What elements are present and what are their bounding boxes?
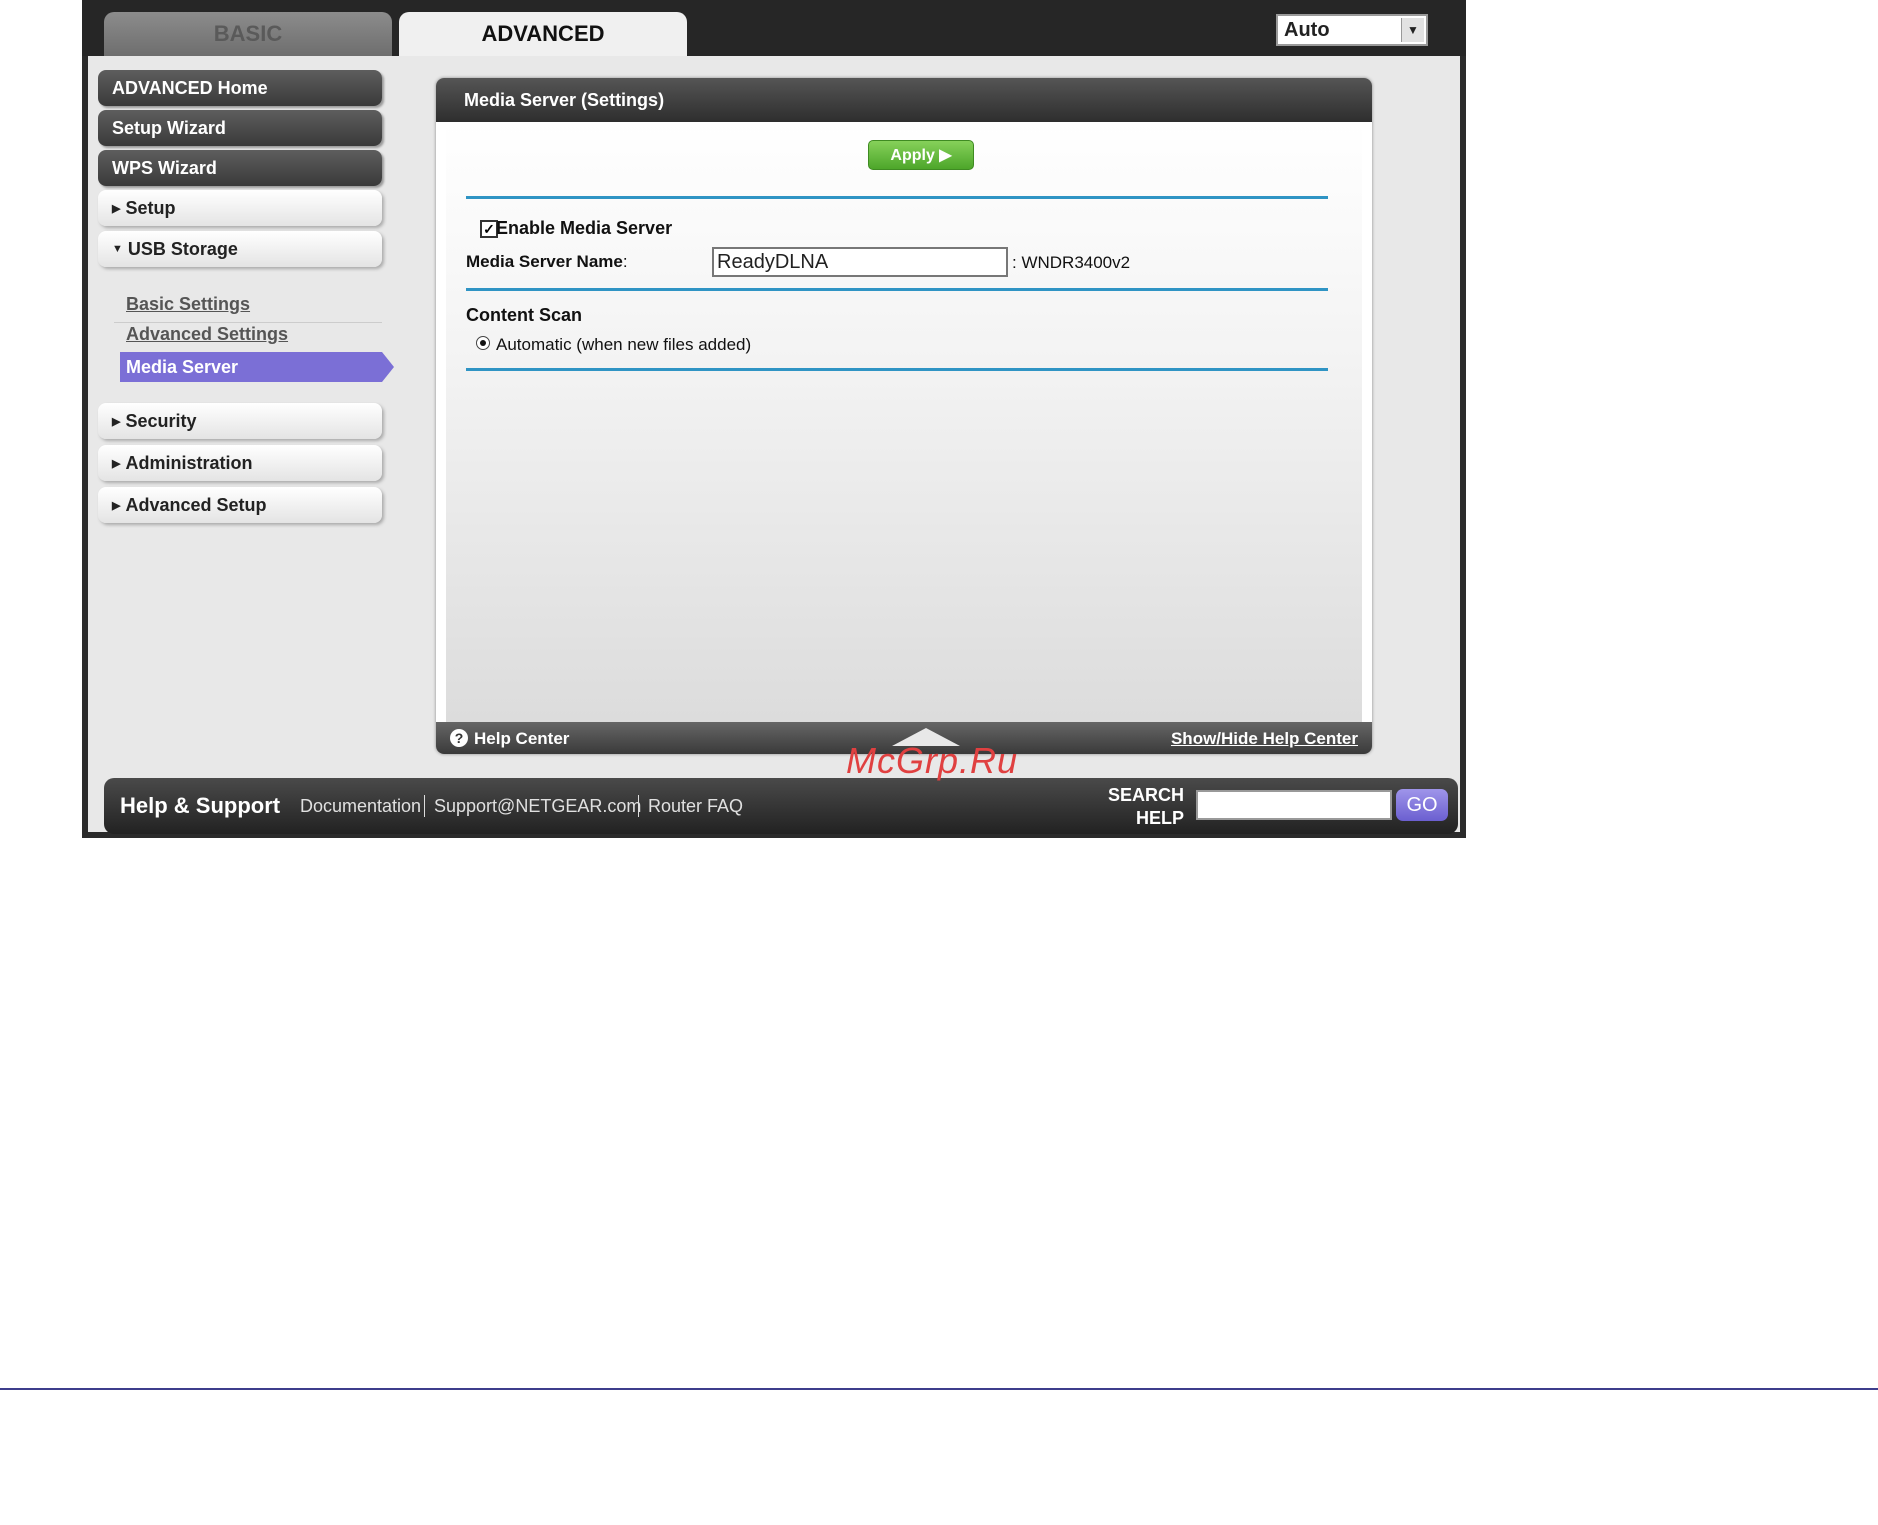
sidebar-item-label: ADVANCED Home (112, 77, 268, 98)
sidebar-item-wps-wizard[interactable]: WPS Wizard (98, 150, 382, 186)
help-support-title: Help & Support (120, 793, 281, 818)
content-scan-automatic-label: Automatic (when new files added) (496, 335, 752, 354)
help-center-label: Help Center (474, 729, 570, 748)
media-server-name-suffix: : WNDR3400v2 (1012, 253, 1131, 272)
sidebar-item-setup-wizard[interactable]: Setup Wizard (98, 110, 382, 146)
panel-body: Apply ▶ ✓ Enable Media Server Media Serv… (446, 122, 1362, 722)
go-button[interactable]: GO (1396, 789, 1448, 821)
media-server-panel: Media Server (Settings) Apply ▶ ✓ Enable… (436, 78, 1372, 754)
triangle-right-icon: ▶ (112, 202, 121, 215)
sidebar-item-advanced-setup[interactable]: ▶ Advanced Setup (98, 487, 382, 523)
divider (424, 795, 425, 817)
triangle-right-icon: ▶ (112, 457, 121, 470)
watermark-text: McGrp.Ru (846, 740, 1019, 781)
page-divider (0, 1388, 1878, 1390)
sidebar-item-usb-storage[interactable]: ▼ USB Storage (98, 231, 382, 267)
top-bar: BASIC ADVANCED Auto ▼ (82, 0, 1466, 56)
content-scan-title: Content Scan (466, 305, 583, 325)
divider (638, 795, 639, 817)
documentation-link[interactable]: Documentation (300, 796, 421, 817)
language-select-value: Auto (1284, 18, 1330, 41)
apply-button[interactable]: Apply ▶ (868, 140, 974, 170)
sidebar-item-label: Setup Wizard (112, 117, 226, 138)
sidebar-item-administration[interactable]: ▶ Administration (98, 445, 382, 481)
router-faq-link[interactable]: Router FAQ (648, 796, 743, 817)
sidebar-subitem-media-server[interactable]: Media Server (120, 352, 382, 382)
section-divider (466, 196, 1328, 199)
search-help-label: SEARCH HELP (1088, 784, 1184, 830)
show-hide-help-center-link[interactable]: Show/Hide Help Center (1171, 729, 1358, 749)
media-server-name-label: Media Server Name: (466, 252, 628, 271)
tab-basic[interactable]: BASIC (104, 12, 392, 56)
sidebar-subitem-advanced-settings[interactable]: Advanced Settings (126, 324, 288, 345)
triangle-right-icon: ▶ (112, 499, 121, 512)
support-email-link[interactable]: Support@NETGEAR.com (434, 796, 641, 817)
media-server-name-input[interactable]: ReadyDLNA (712, 247, 1008, 277)
content-scan-automatic-radio[interactable] (476, 336, 490, 350)
triangle-down-icon: ▼ (112, 243, 123, 255)
divider (114, 322, 382, 323)
radio-selected-dot (480, 340, 486, 346)
tab-advanced[interactable]: ADVANCED (399, 12, 687, 56)
sidebar-item-label: Setup (125, 197, 176, 218)
section-divider (466, 368, 1328, 371)
media-server-name-value: ReadyDLNA (717, 250, 829, 273)
sidebar-item-label: Security (125, 410, 197, 431)
media-server-name-label-text: Media Server Name (466, 252, 623, 271)
language-select[interactable]: Auto ▼ (1276, 14, 1428, 46)
sidebar-subitem-basic-settings[interactable]: Basic Settings (126, 294, 250, 315)
sidebar-item-advanced-home[interactable]: ADVANCED Home (98, 70, 382, 106)
sidebar-item-setup[interactable]: ▶ Setup (98, 190, 382, 226)
section-divider (466, 288, 1328, 291)
search-help-label-line2: HELP (1135, 808, 1184, 828)
sidebar-item-label: USB Storage (127, 238, 238, 259)
search-help-label-line1: SEARCH (1107, 785, 1184, 805)
active-item-pointer (382, 352, 394, 382)
sidebar-item-label: Advanced Setup (125, 494, 267, 515)
triangle-right-icon: ▶ (112, 415, 121, 428)
chevron-down-icon[interactable]: ▼ (1401, 18, 1424, 42)
panel-title: Media Server (Settings) (436, 78, 1372, 122)
enable-media-server-label: Enable Media Server (496, 218, 673, 238)
search-help-input[interactable] (1196, 790, 1392, 820)
question-icon: ? (450, 729, 468, 747)
sidebar-item-label: WPS Wizard (112, 157, 217, 178)
sidebar-item-security[interactable]: ▶ Security (98, 403, 382, 439)
router-admin-window: BASIC ADVANCED Auto ▼ ADVANCED Home Setu… (82, 0, 1466, 838)
sidebar-item-label: Media Server (126, 356, 239, 377)
content-area: ADVANCED Home Setup Wizard WPS Wizard ▶ … (88, 56, 1460, 834)
help-support-bar: Help & Support Documentation Support@NET… (104, 778, 1458, 834)
sidebar-item-label: Administration (125, 452, 253, 473)
